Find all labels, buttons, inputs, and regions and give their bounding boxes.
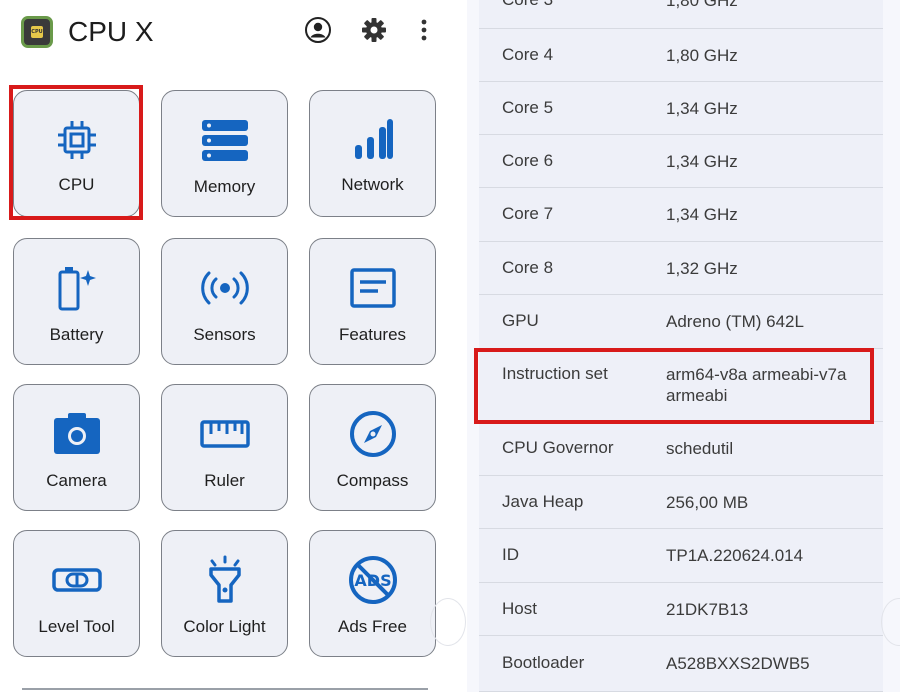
- ruler-icon: [162, 411, 287, 457]
- info-value: A528BXXS2DWB5: [666, 654, 810, 673]
- info-row: Host 21DK7B13: [479, 583, 883, 636]
- info-key: CPU Governor: [502, 438, 614, 457]
- tile-compass[interactable]: Compass: [309, 384, 436, 511]
- tile-label: Memory: [193, 177, 256, 196]
- info-row: Java Heap 256,00 MB: [479, 476, 883, 529]
- info-value: TP1A.220624.014: [666, 546, 804, 565]
- app-chip-icon: CPU: [21, 16, 53, 48]
- tile-battery[interactable]: Battery: [13, 238, 140, 365]
- info-value: 1,34 GHz: [666, 205, 738, 224]
- info-key: GPU: [502, 311, 539, 330]
- features-card-icon: [310, 265, 435, 311]
- info-value: 21DK7B13: [666, 600, 749, 619]
- info-value: schedutil: [666, 439, 734, 458]
- tile-ads-free[interactable]: ADS Ads Free: [309, 530, 436, 657]
- cpu-info-panel: Core 3 1,80 GHz Core 4 1,80 GHz Core 5 1,34 G…: [467, 0, 900, 692]
- main-menu-panel: CPU CPU X CPU Memory Network Battery Sen…: [0, 0, 467, 692]
- scroll-edge-arc: [881, 598, 900, 646]
- info-value: Adreno (TM) 642L: [666, 312, 804, 331]
- info-value: 1,32 GHz: [666, 259, 738, 278]
- info-row: Core 4 1,80 GHz: [479, 29, 883, 82]
- tile-label: Ads Free: [338, 617, 407, 636]
- info-row: Bootloader A528BXXS2DWB5: [479, 636, 883, 692]
- info-value: 1,80 GHz: [666, 0, 738, 10]
- tile-label: Sensors: [193, 325, 256, 344]
- cpu-info-list: Core 3 1,80 GHz Core 4 1,80 GHz Core 5 1,34 G…: [479, 0, 883, 692]
- tile-memory[interactable]: Memory: [161, 90, 288, 217]
- signal-bars-icon: [310, 117, 435, 163]
- info-key: Host: [502, 599, 537, 618]
- tile-label: Features: [338, 325, 407, 344]
- tile-level-tool[interactable]: Level Tool: [13, 530, 140, 657]
- level-tool-icon: [14, 557, 139, 603]
- info-value: 256,00 MB: [666, 493, 749, 512]
- instruction-set-highlight: [474, 348, 874, 424]
- info-row: GPU Adreno (TM) 642L: [479, 295, 883, 349]
- tile-color-light[interactable]: Color Light: [161, 530, 288, 657]
- tile-label: Network: [341, 175, 404, 194]
- info-row: Core 7 1,34 GHz: [479, 188, 883, 242]
- info-row: Core 6 1,34 GHz: [479, 135, 883, 188]
- info-key: Core 4: [502, 45, 554, 64]
- sensor-waves-icon: [162, 265, 287, 311]
- compass-icon: [310, 411, 435, 457]
- settings-gear-icon[interactable]: [358, 14, 390, 46]
- info-value: 1,34 GHz: [666, 152, 738, 171]
- info-value: 1,34 GHz: [666, 99, 738, 118]
- tile-ruler[interactable]: Ruler: [161, 384, 288, 511]
- tile-label: Compass: [336, 471, 409, 490]
- info-row: Core 8 1,32 GHz: [479, 242, 883, 295]
- info-key: ID: [502, 545, 519, 564]
- tile-network[interactable]: Network: [309, 90, 436, 217]
- info-key: Core 8: [502, 258, 554, 277]
- info-row: CPU Governor schedutil: [479, 422, 883, 476]
- info-key: Core 3: [502, 0, 553, 10]
- cpu-tile-highlight: [9, 85, 143, 220]
- scroll-edge-arc: [430, 598, 466, 646]
- info-row: Core 5 1,34 GHz: [479, 82, 883, 135]
- app-icon-chip-label: CPU: [31, 26, 43, 38]
- tile-camera[interactable]: Camera: [13, 384, 140, 511]
- ads-blocked-icon: ADS: [310, 556, 435, 604]
- info-key: Bootloader: [502, 653, 585, 672]
- account-icon[interactable]: [302, 14, 334, 46]
- tile-label: Level Tool: [38, 617, 115, 636]
- info-key: Core 5: [502, 98, 554, 117]
- more-vert-icon[interactable]: [408, 14, 440, 46]
- info-row: ID TP1A.220624.014: [479, 529, 883, 583]
- bottom-divider: [22, 688, 428, 690]
- info-key: Core 7: [502, 204, 554, 223]
- tile-label: Camera: [46, 471, 107, 490]
- info-row: Core 3 1,80 GHz: [479, 0, 883, 29]
- tile-label: Color Light: [183, 617, 266, 636]
- tile-sensors[interactable]: Sensors: [161, 238, 288, 365]
- info-key: Java Heap: [502, 492, 584, 511]
- camera-icon: [14, 411, 139, 457]
- memory-stack-icon: [162, 117, 287, 163]
- tile-features[interactable]: Features: [309, 238, 436, 365]
- tile-label: Battery: [49, 325, 104, 344]
- info-key: Core 6: [502, 151, 554, 170]
- tile-label: Ruler: [204, 471, 245, 490]
- info-value: 1,80 GHz: [666, 46, 738, 65]
- battery-icon: [14, 265, 139, 311]
- app-title: CPU X: [68, 16, 154, 47]
- flashlight-icon: [162, 555, 287, 603]
